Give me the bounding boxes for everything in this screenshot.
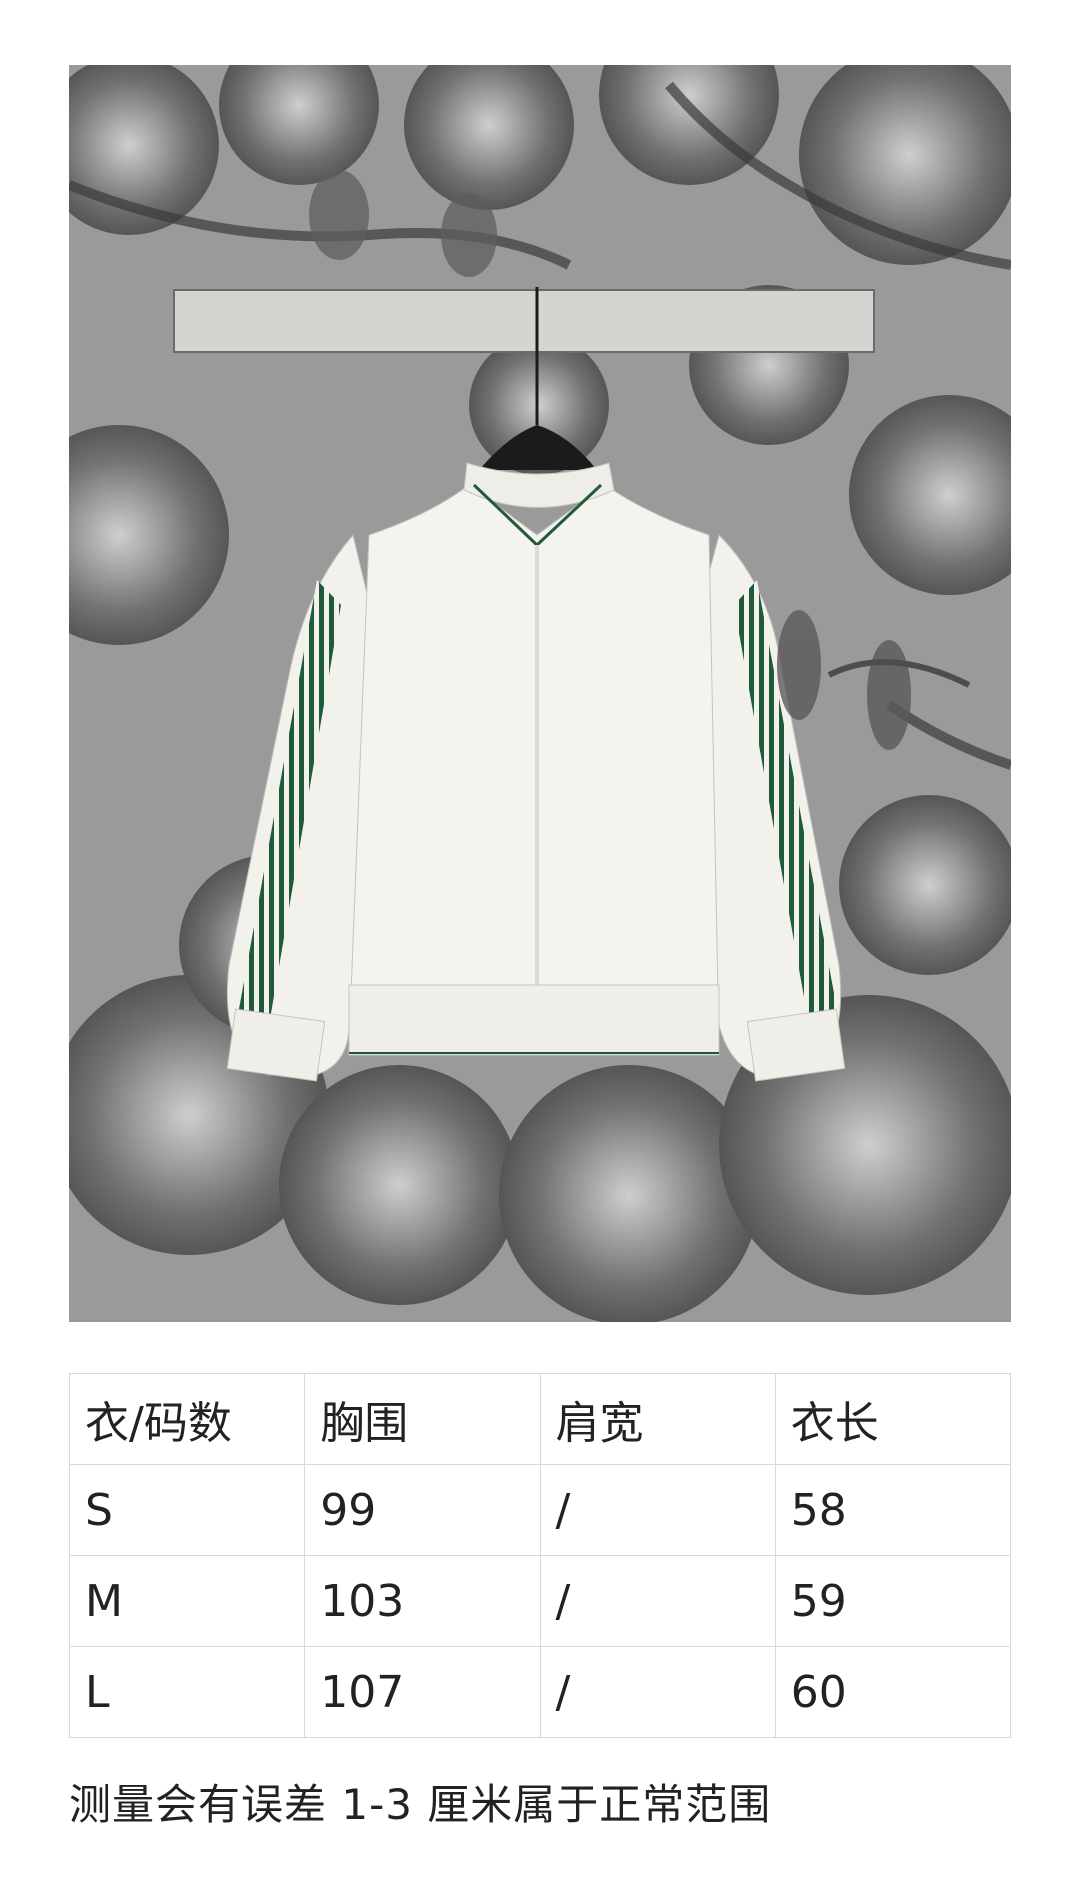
cell-length: 59 bbox=[774, 1555, 1012, 1647]
header-chest: 胸围 bbox=[304, 1373, 541, 1465]
size-chart-table: 衣/码数 胸围 肩宽 衣长 S 99 / 58 M 103 / 59 L 107… bbox=[68, 1373, 1012, 1738]
product-image bbox=[69, 65, 1011, 1322]
header-size: 衣/码数 bbox=[68, 1373, 306, 1465]
table-row: L 107 / 60 bbox=[68, 1646, 1012, 1738]
cell-length: 58 bbox=[774, 1464, 1012, 1556]
cell-chest: 99 bbox=[304, 1464, 541, 1556]
cell-shoulder: / bbox=[539, 1555, 776, 1647]
cell-shoulder: / bbox=[539, 1646, 776, 1738]
cell-chest: 107 bbox=[304, 1646, 541, 1738]
cell-size: S bbox=[68, 1464, 306, 1556]
cell-length: 60 bbox=[774, 1646, 1012, 1738]
cell-size: L bbox=[68, 1646, 306, 1738]
cell-chest: 103 bbox=[304, 1555, 541, 1647]
table-header-row: 衣/码数 胸围 肩宽 衣长 bbox=[68, 1373, 1012, 1465]
product-photo bbox=[69, 65, 1011, 1322]
cell-shoulder: / bbox=[539, 1464, 776, 1556]
measurement-note: 测量会有误差 1-3 厘米属于正常范围 bbox=[69, 1780, 772, 1829]
table-row: M 103 / 59 bbox=[68, 1555, 1012, 1647]
header-length: 衣长 bbox=[774, 1373, 1012, 1465]
table-row: S 99 / 58 bbox=[68, 1464, 1012, 1556]
cell-size: M bbox=[68, 1555, 306, 1647]
header-shoulder: 肩宽 bbox=[539, 1373, 776, 1465]
wall-shelf bbox=[173, 289, 875, 353]
